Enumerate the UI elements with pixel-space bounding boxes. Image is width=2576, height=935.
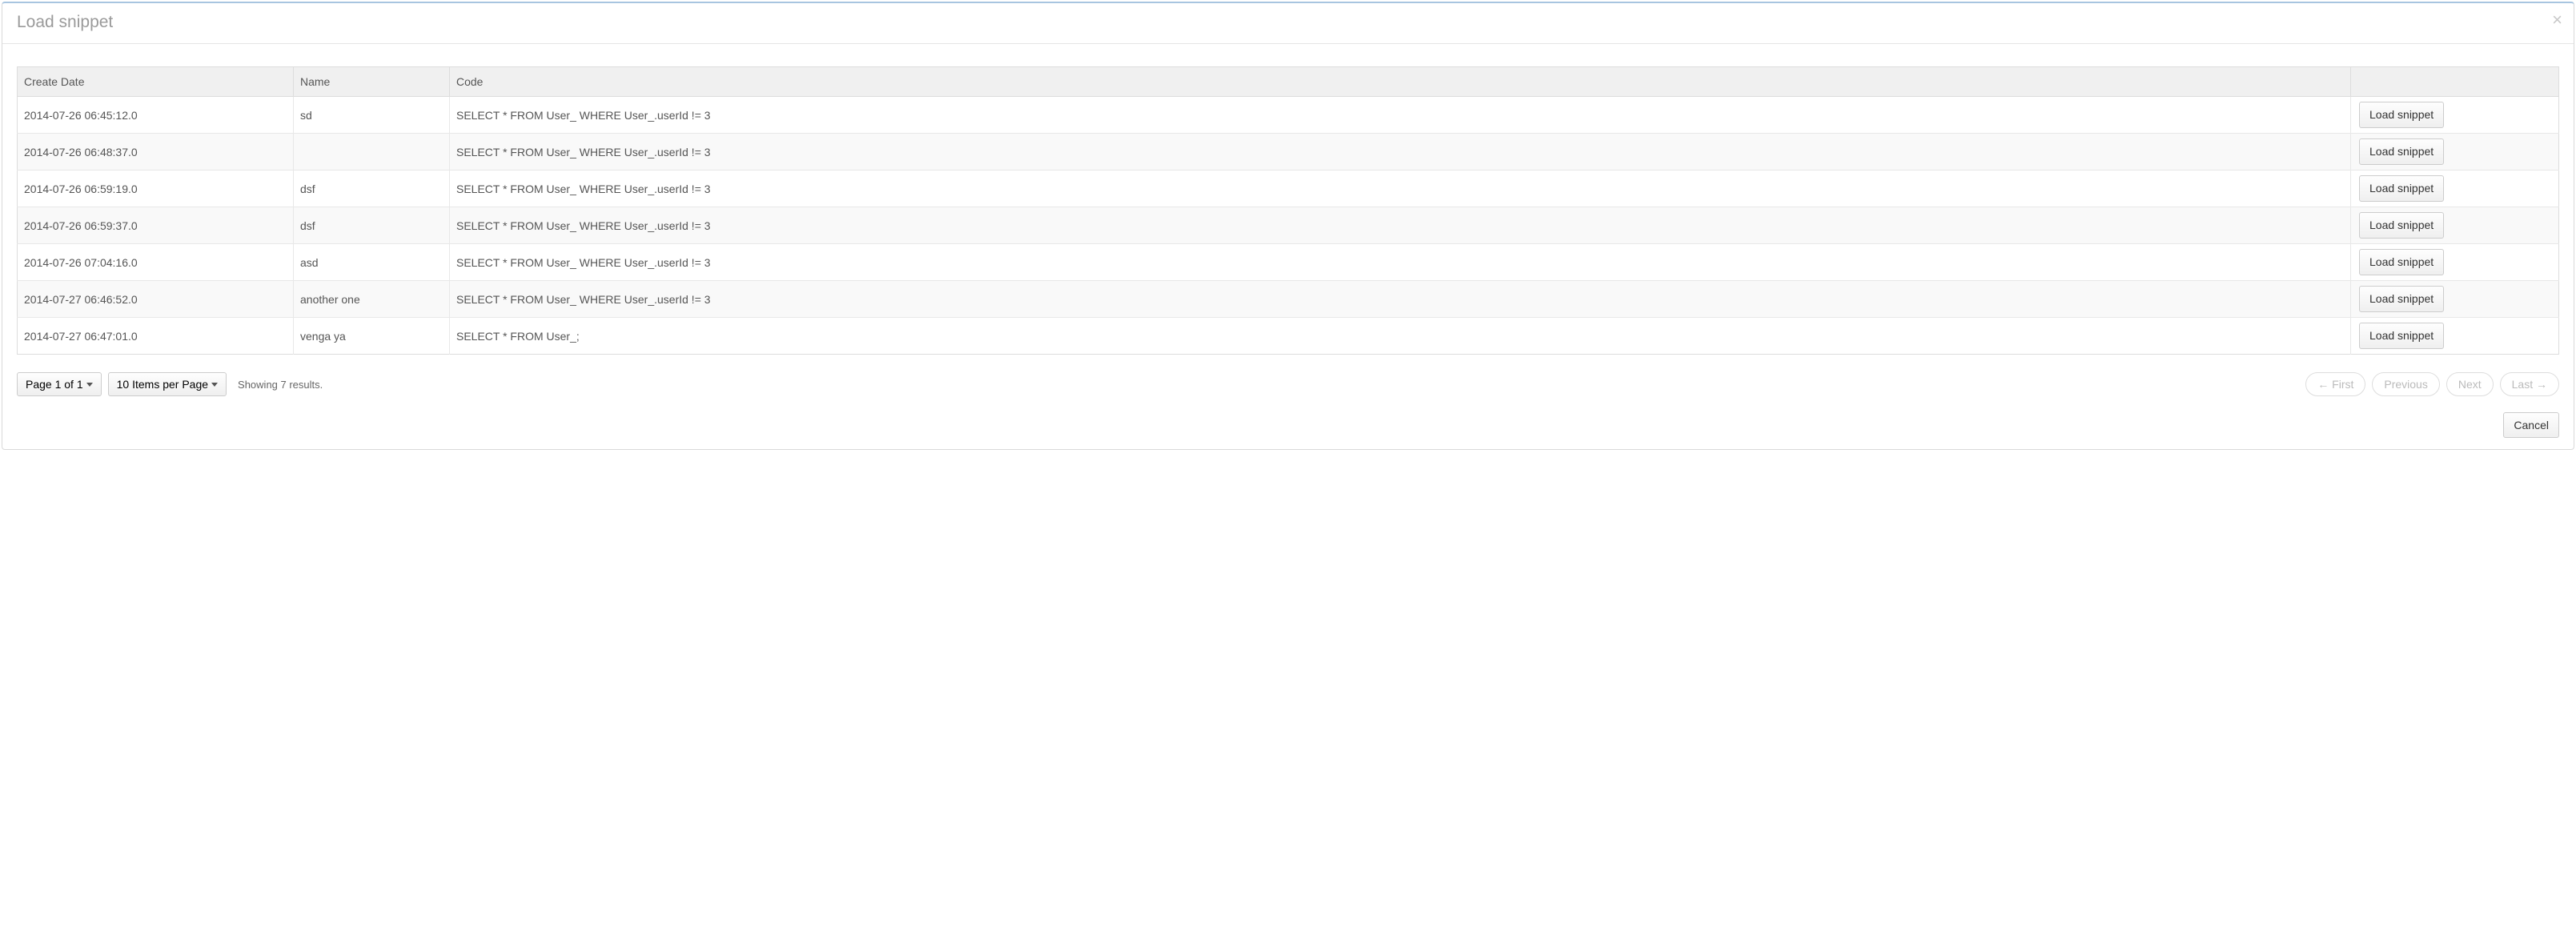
cell-name: dsf [294, 207, 450, 244]
previous-page-button[interactable]: Previous [2372, 372, 2439, 396]
caret-down-icon [211, 383, 218, 387]
items-per-page-dropdown[interactable]: 10 Items per Page [108, 372, 227, 396]
table-row: 2014-07-27 06:46:52.0another oneSELECT *… [18, 281, 2559, 318]
cell-create-date: 2014-07-26 07:04:16.0 [18, 244, 294, 281]
table-row: 2014-07-26 07:04:16.0asdSELECT * FROM Us… [18, 244, 2559, 281]
cell-code: SELECT * FROM User_ WHERE User_.userId !… [450, 244, 2351, 281]
cancel-button[interactable]: Cancel [2503, 412, 2559, 438]
cell-action: Load snippet [2351, 281, 2559, 318]
load-snippet-modal: Load snippet × Create Date Name Code 201… [2, 2, 2574, 450]
cell-action: Load snippet [2351, 171, 2559, 207]
cell-name [294, 134, 450, 171]
cell-create-date: 2014-07-26 06:59:19.0 [18, 171, 294, 207]
load-snippet-button[interactable]: Load snippet [2359, 323, 2444, 348]
load-snippet-button[interactable]: Load snippet [2359, 286, 2444, 311]
cell-code: SELECT * FROM User_; [450, 318, 2351, 355]
pagination-left: Page 1 of 1 10 Items per Page Showing 7 … [17, 372, 323, 396]
table-row: 2014-07-27 06:47:01.0venga yaSELECT * FR… [18, 318, 2559, 355]
table-row: 2014-07-26 06:59:37.0dsfSELECT * FROM Us… [18, 207, 2559, 244]
cell-code: SELECT * FROM User_ WHERE User_.userId !… [450, 134, 2351, 171]
col-header-create-date[interactable]: Create Date [18, 67, 294, 97]
cell-action: Load snippet [2351, 97, 2559, 134]
last-page-button[interactable]: Last → [2500, 372, 2559, 396]
modal-footer: Cancel [2, 404, 2574, 449]
cell-name: venga ya [294, 318, 450, 355]
modal-header: Load snippet × [2, 3, 2574, 44]
load-snippet-button[interactable]: Load snippet [2359, 249, 2444, 275]
page-selector-dropdown[interactable]: Page 1 of 1 [17, 372, 102, 396]
cell-code: SELECT * FROM User_ WHERE User_.userId !… [450, 281, 2351, 318]
table-row: 2014-07-26 06:45:12.0sdSELECT * FROM Use… [18, 97, 2559, 134]
cell-code: SELECT * FROM User_ WHERE User_.userId !… [450, 207, 2351, 244]
pagination-right: ← First Previous Next Last → [2305, 372, 2559, 396]
cell-action: Load snippet [2351, 318, 2559, 355]
caret-down-icon [86, 383, 93, 387]
cell-create-date: 2014-07-26 06:48:37.0 [18, 134, 294, 171]
cell-name: asd [294, 244, 450, 281]
cell-action: Load snippet [2351, 244, 2559, 281]
modal-body: Create Date Name Code 2014-07-26 06:45:1… [2, 44, 2574, 404]
load-snippet-button[interactable]: Load snippet [2359, 102, 2444, 127]
cell-name: dsf [294, 171, 450, 207]
modal-title: Load snippet [17, 13, 2559, 32]
next-page-button[interactable]: Next [2446, 372, 2494, 396]
cell-code: SELECT * FROM User_ WHERE User_.userId !… [450, 97, 2351, 134]
cell-name: another one [294, 281, 450, 318]
col-header-action [2351, 67, 2559, 97]
table-row: 2014-07-26 06:48:37.0 SELECT * FROM User_… [18, 134, 2559, 171]
load-snippet-button[interactable]: Load snippet [2359, 138, 2444, 164]
cell-create-date: 2014-07-27 06:46:52.0 [18, 281, 294, 318]
cell-action: Load snippet [2351, 134, 2559, 171]
cell-action: Load snippet [2351, 207, 2559, 244]
cell-create-date: 2014-07-26 06:45:12.0 [18, 97, 294, 134]
col-header-code[interactable]: Code [450, 67, 2351, 97]
load-snippet-button[interactable]: Load snippet [2359, 212, 2444, 238]
close-icon[interactable]: × [2552, 11, 2562, 29]
items-per-page-label: 10 Items per Page [117, 378, 208, 391]
pagination-row: Page 1 of 1 10 Items per Page Showing 7 … [17, 372, 2559, 396]
results-count-text: Showing 7 results. [238, 379, 323, 391]
snippets-table: Create Date Name Code 2014-07-26 06:45:1… [17, 66, 2559, 355]
cell-create-date: 2014-07-26 06:59:37.0 [18, 207, 294, 244]
page-selector-label: Page 1 of 1 [26, 378, 83, 391]
first-page-button[interactable]: ← First [2305, 372, 2365, 396]
cell-name: sd [294, 97, 450, 134]
cell-create-date: 2014-07-27 06:47:01.0 [18, 318, 294, 355]
cell-code: SELECT * FROM User_ WHERE User_.userId !… [450, 171, 2351, 207]
table-row: 2014-07-26 06:59:19.0dsfSELECT * FROM Us… [18, 171, 2559, 207]
col-header-name[interactable]: Name [294, 67, 450, 97]
load-snippet-button[interactable]: Load snippet [2359, 175, 2444, 201]
